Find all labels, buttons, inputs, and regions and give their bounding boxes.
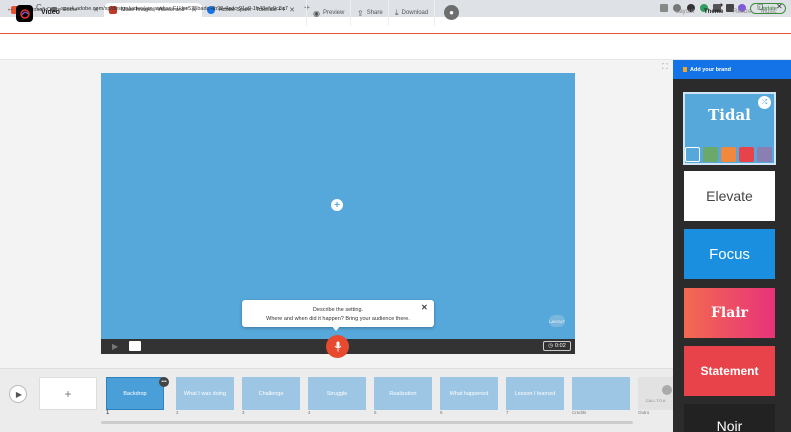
- brand-label: Add your brand: [690, 66, 731, 73]
- duration-timer[interactable]: ◷ 0:02: [543, 341, 571, 351]
- user-avatar[interactable]: ●: [444, 5, 459, 20]
- download-label: Download: [401, 10, 429, 16]
- theme-card-statement[interactable]: Statement: [684, 346, 775, 396]
- slide-thumbnail[interactable]: [572, 377, 630, 410]
- slide-number: 6: [440, 410, 443, 415]
- color-swatch[interactable]: [739, 147, 754, 162]
- share-icon: ⇪: [357, 8, 364, 18]
- download-button[interactable]: ⤓ Download: [388, 0, 436, 26]
- app-header: [0, 34, 791, 60]
- slide-thumbnail[interactable]: Challenge: [242, 377, 300, 410]
- prompt-body: Where and when did it happen? Bring your…: [266, 316, 410, 322]
- tab-layout[interactable]: Layout: [676, 9, 694, 15]
- layout-badge[interactable]: LAYOUT: [549, 315, 565, 327]
- slide-number: 7: [506, 410, 509, 415]
- record-voice-button[interactable]: [326, 335, 349, 358]
- slide-number: 3: [242, 410, 245, 415]
- share-button[interactable]: ⇪ Share: [350, 0, 389, 26]
- timer-text: 0:02: [555, 343, 566, 349]
- timeline-scrollbar[interactable]: [101, 421, 633, 424]
- cta-circle-icon: [662, 385, 672, 395]
- person-icon: ●: [449, 8, 454, 17]
- theme-card-noir[interactable]: Noir: [684, 404, 775, 432]
- eye-icon: ◉: [313, 8, 320, 18]
- share-label: Share: [366, 10, 383, 16]
- prompt-pointer: [331, 325, 341, 331]
- tab-resize[interactable]: Resize: [733, 9, 751, 15]
- color-swatch[interactable]: [685, 147, 700, 162]
- tab-music[interactable]: Music: [761, 9, 777, 15]
- add-brand-button[interactable]: Add your brand: [673, 60, 791, 79]
- color-swatch[interactable]: [721, 147, 736, 162]
- url-text: spark.adobe.com/sp/design/video/urn:aaid…: [61, 6, 288, 12]
- slide-thumbnail[interactable]: Lesson I learned: [506, 377, 564, 410]
- slide-thumbnail[interactable]: What happened: [440, 377, 498, 410]
- cast-icon[interactable]: [660, 4, 668, 12]
- outro-label: Outro: [638, 410, 650, 415]
- fullscreen-icon[interactable]: ⛶: [662, 62, 668, 72]
- slide-number: Credits: [572, 410, 587, 415]
- more-options-icon[interactable]: •••: [159, 377, 169, 387]
- download-icon: ⤓: [395, 8, 399, 17]
- voiceover-prompt: Describe the setting. Where and when did…: [242, 300, 434, 327]
- color-swatch[interactable]: [757, 147, 772, 162]
- slide-thumbnail[interactable]: What I was doing: [176, 377, 234, 410]
- slide-thumbnail[interactable]: Backdrop: [106, 377, 164, 410]
- slide-number: 4: [308, 410, 311, 415]
- play-icon[interactable]: ▶: [112, 342, 118, 351]
- brand-icon: [683, 67, 687, 72]
- preview-button[interactable]: ◉ Preview: [306, 0, 350, 26]
- caption-icon[interactable]: [129, 341, 141, 351]
- slide-thumbnail[interactable]: Struggle: [308, 377, 366, 410]
- slide-number: 1: [106, 410, 110, 416]
- slide-number: 5: [374, 410, 377, 415]
- color-swatch[interactable]: [703, 147, 718, 162]
- prompt-heading: Describe the setting.: [312, 307, 364, 313]
- tab-theme[interactable]: Theme: [704, 9, 723, 15]
- play-button[interactable]: ▶: [9, 385, 27, 403]
- add-slide-button[interactable]: +: [39, 377, 97, 410]
- shuffle-icon[interactable]: ⤮: [758, 96, 771, 109]
- spark-logo-icon[interactable]: [16, 5, 33, 22]
- slide-number: 2: [176, 410, 179, 415]
- theme-card-elevate[interactable]: Elevate: [684, 171, 775, 221]
- theme-card-focus[interactable]: Focus: [684, 229, 775, 279]
- project-title: Video: [41, 9, 60, 16]
- add-content-icon[interactable]: +: [331, 199, 343, 211]
- theme-card-flair[interactable]: Flair: [684, 288, 775, 338]
- preview-label: Preview: [322, 10, 345, 16]
- microphone-icon: [334, 341, 341, 352]
- clock-icon: ◷: [548, 343, 554, 349]
- close-icon[interactable]: ✕: [421, 303, 428, 312]
- cta-label: CALL TO A: [645, 398, 666, 403]
- back-arrow-icon[interactable]: ←: [6, 3, 15, 13]
- slide-thumbnail[interactable]: Realization: [374, 377, 432, 410]
